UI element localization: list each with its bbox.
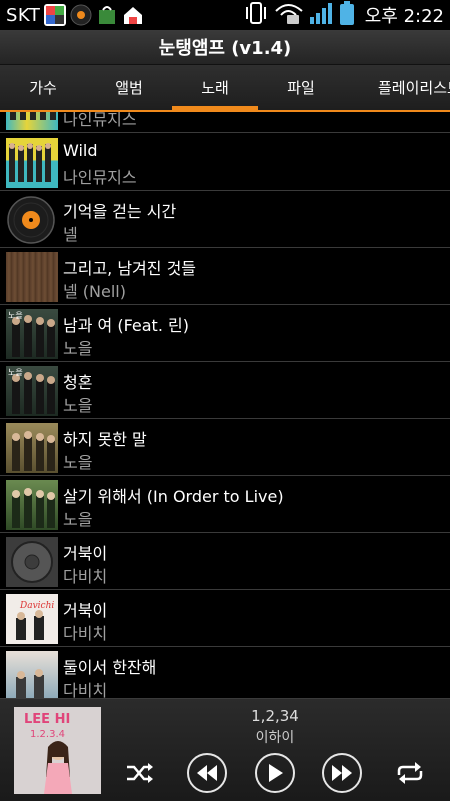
tab-files[interactable]: 파일: [258, 65, 344, 110]
song-row[interactable]: 그리고, 남겨진 것들 넬 (Nell): [0, 249, 450, 305]
fast-forward-button[interactable]: [322, 753, 362, 793]
tab-artists[interactable]: 가수: [0, 65, 86, 110]
svg-text:Davichi: Davichi: [19, 601, 54, 611]
song-artist: 노을: [63, 453, 93, 472]
song-artist: 노을: [63, 339, 93, 358]
song-title: Wild: [63, 141, 98, 160]
status-bar: SKT 오후 2:22: [0, 0, 450, 30]
tab-bar: 가수 앨범 노래 파일 플레이리스트: [0, 65, 450, 110]
svg-text:1.2.3.4: 1.2.3.4: [30, 729, 65, 740]
tab-songs[interactable]: 노래: [172, 65, 258, 110]
shuffle-icon: [127, 763, 153, 783]
song-artist: 다비치: [63, 624, 108, 643]
album-thumbnail: Davichi: [6, 594, 58, 644]
app-title: 눈탱앰프 (v1.4): [0, 30, 450, 65]
rewind-button[interactable]: [187, 753, 227, 793]
song-row[interactable]: 하지 못한 말 노을: [0, 420, 450, 476]
song-artist: 노을: [63, 510, 93, 529]
song-artist: 넬 (Nell): [63, 282, 126, 301]
clock: 오후 2:22: [364, 6, 444, 27]
svg-text:노을: 노을: [8, 311, 23, 320]
song-row[interactable]: Davichi 거북이 다비치: [0, 591, 450, 647]
disc-icon: [6, 537, 58, 587]
now-playing-bar: LEE HI 1.2.3.4 1,2,34 이하이: [0, 698, 450, 801]
home-icon: [122, 4, 144, 26]
play-button[interactable]: [255, 753, 295, 793]
song-title: 청혼: [63, 373, 93, 392]
album-thumbnail: [6, 480, 58, 530]
song-title: 둘이서 한잔해: [63, 658, 157, 677]
repeat-icon: [397, 762, 423, 784]
song-title: 기억을 걷는 시간: [63, 202, 177, 221]
repeat-button[interactable]: [390, 753, 430, 793]
song-row[interactable]: 거북이 다비치: [0, 534, 450, 590]
wifi-lock-icon: [274, 1, 304, 29]
album-thumbnail: [6, 138, 58, 188]
fast-forward-icon: [332, 765, 352, 781]
album-thumbnail: 노을: [6, 366, 58, 416]
shuffle-button[interactable]: [120, 753, 160, 793]
song-title: 남과 여 (Feat. 린): [63, 316, 189, 335]
svg-text:LEE HI: LEE HI: [24, 712, 70, 727]
song-title: 그리고, 남겨진 것들: [63, 259, 197, 278]
tab-playlists[interactable]: 플레이리스트: [344, 65, 450, 110]
tab-albums[interactable]: 앨범: [86, 65, 172, 110]
album-thumbnail: 노을: [6, 309, 58, 359]
music-player-icon: [70, 4, 92, 26]
carrier-label: SKT: [6, 4, 41, 26]
battery-icon: [339, 1, 354, 29]
song-artist: 다비치: [63, 567, 108, 586]
song-title: 거북이: [63, 544, 108, 563]
calendar-app-icon: [44, 4, 67, 26]
song-title: 거북이: [63, 601, 108, 620]
song-row[interactable]: 살기 위해서 (In Order to Live) 노을: [0, 477, 450, 533]
song-title: 살기 위해서 (In Order to Live): [63, 487, 284, 506]
svg-text:노을: 노을: [8, 368, 23, 377]
album-thumbnail: [6, 112, 58, 130]
song-row[interactable]: Wild 나인뮤지스: [0, 135, 450, 191]
song-row[interactable]: 기억을 걷는 시간 넬: [0, 192, 450, 248]
album-thumbnail: [6, 423, 58, 473]
store-icon: [96, 4, 118, 26]
song-artist: 나인뮤지스: [63, 112, 137, 129]
play-icon: [269, 764, 283, 782]
song-title: 하지 못한 말: [63, 430, 147, 449]
song-row[interactable]: 나인뮤지스: [0, 112, 450, 133]
now-playing-album-art[interactable]: LEE HI 1.2.3.4: [14, 707, 101, 794]
song-artist: 넬: [63, 225, 78, 244]
vibrate-icon: [243, 1, 269, 29]
album-thumbnail: [6, 252, 58, 302]
album-thumbnail: [6, 651, 58, 698]
song-artist: 나인뮤지스: [63, 168, 137, 187]
now-playing-title: 1,2,34: [251, 707, 299, 725]
song-artist: 다비치: [63, 681, 108, 698]
song-list[interactable]: 나인뮤지스 Wild 나인뮤지스 기억을 걷는 시간 넬 그리고, 남겨진 것들…: [0, 112, 450, 698]
song-row[interactable]: 노을 남과 여 (Feat. 린) 노을: [0, 306, 450, 362]
signal-icon: [309, 1, 335, 29]
vinyl-record-icon: [6, 195, 58, 245]
song-artist: 노을: [63, 396, 93, 415]
song-row[interactable]: 노을 청혼 노을: [0, 363, 450, 419]
now-playing-artist: 이하이: [255, 730, 295, 746]
rewind-icon: [197, 765, 217, 781]
song-row[interactable]: 둘이서 한잔해 다비치: [0, 648, 450, 698]
